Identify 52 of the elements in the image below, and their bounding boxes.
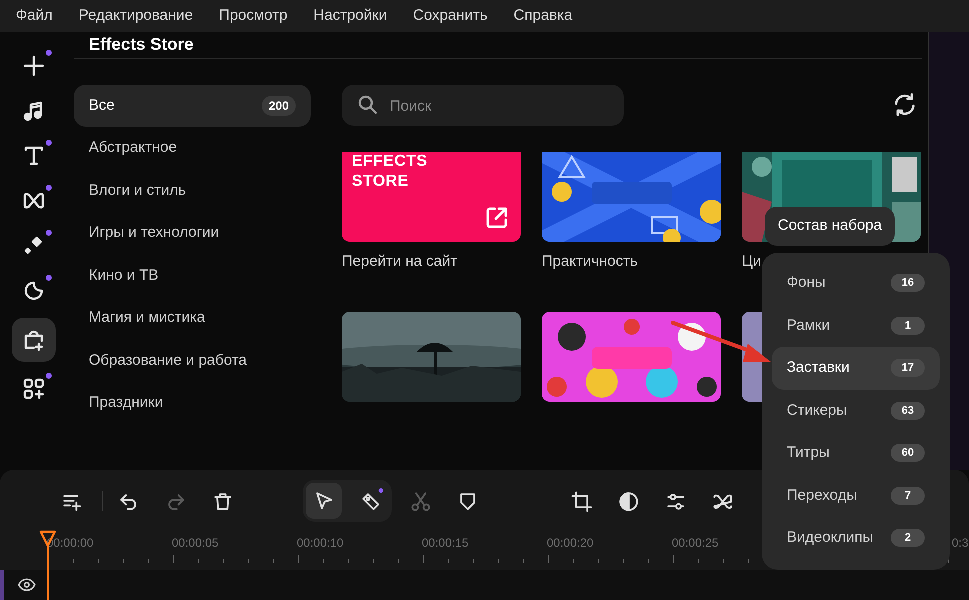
card-label[interactable]: Перейти на сайт [342,250,521,273]
grid-plus-icon [22,377,46,401]
menu-item[interactable]: Настройки [314,4,388,28]
panel-title: Effects Store [89,34,194,56]
count-badge: 1 [891,316,925,335]
sidebar-tab[interactable] [12,318,56,362]
menu-option[interactable]: Заставки 17 [772,347,940,390]
category-item[interactable]: Абстрактное [74,127,311,170]
category-item[interactable]: Влоги и стиль [74,170,311,212]
menu-option[interactable]: Переходы 7 [772,474,940,517]
search-field[interactable]: Поиск [342,84,624,126]
text-icon [22,144,46,168]
category-item[interactable]: Все 200 [74,84,311,127]
category-item[interactable]: Образование и работа [74,340,311,382]
category-item[interactable]: Магия и мистика [74,297,311,340]
time-label: 0:3 [952,535,969,552]
category-item[interactable]: Кино и ТВ [74,254,311,297]
menu-option[interactable]: Стикеры 63 [772,390,940,432]
count-badge: 63 [891,402,925,420]
menu-option[interactable]: Фоны 16 [772,262,940,304]
menu-option[interactable]: Рамки 1 [772,304,940,347]
category-item[interactable]: Игры и технологии [74,212,311,254]
time-label: 00:00:10 [297,535,345,552]
pointer-icon[interactable] [306,483,342,519]
store-link-card[interactable]: EFFECTS STORE [342,152,521,242]
count-badge: 60 [891,444,925,462]
search-icon [358,94,378,114]
count-badge: 2 [891,529,925,548]
external-link-icon [485,206,509,230]
tooltip: Состав набора [765,207,896,246]
time-label: 00:00:05 [172,535,220,552]
menu-option[interactable]: Титры 60 [772,432,940,474]
count-badge: 17 [891,359,925,378]
time-label: 00:00:20 [547,535,595,552]
category-item[interactable]: Праздники [74,382,311,424]
count-badge: 7 [891,486,925,505]
count-badge: 16 [891,274,925,292]
bag-plus-icon [22,328,46,352]
card-title: EFFECTS STORE [352,152,429,192]
plus-icon [22,54,46,78]
menu-item[interactable]: Справка [514,4,573,28]
sticker-icon [22,279,46,303]
refresh-icon[interactable] [892,92,918,118]
menu-item[interactable]: Просмотр [219,4,288,28]
card-label[interactable]: Практичность [542,250,721,273]
menu-item[interactable]: Сохранить [413,4,488,28]
menu-item[interactable]: Редактирование [78,4,194,28]
time-label: 00:00:15 [422,535,470,552]
eye-icon[interactable] [18,578,36,592]
menu-option[interactable]: Видеоклипы 2 [772,517,940,560]
menu-item[interactable]: Файл [16,4,53,28]
count-badge: 200 [262,96,296,116]
